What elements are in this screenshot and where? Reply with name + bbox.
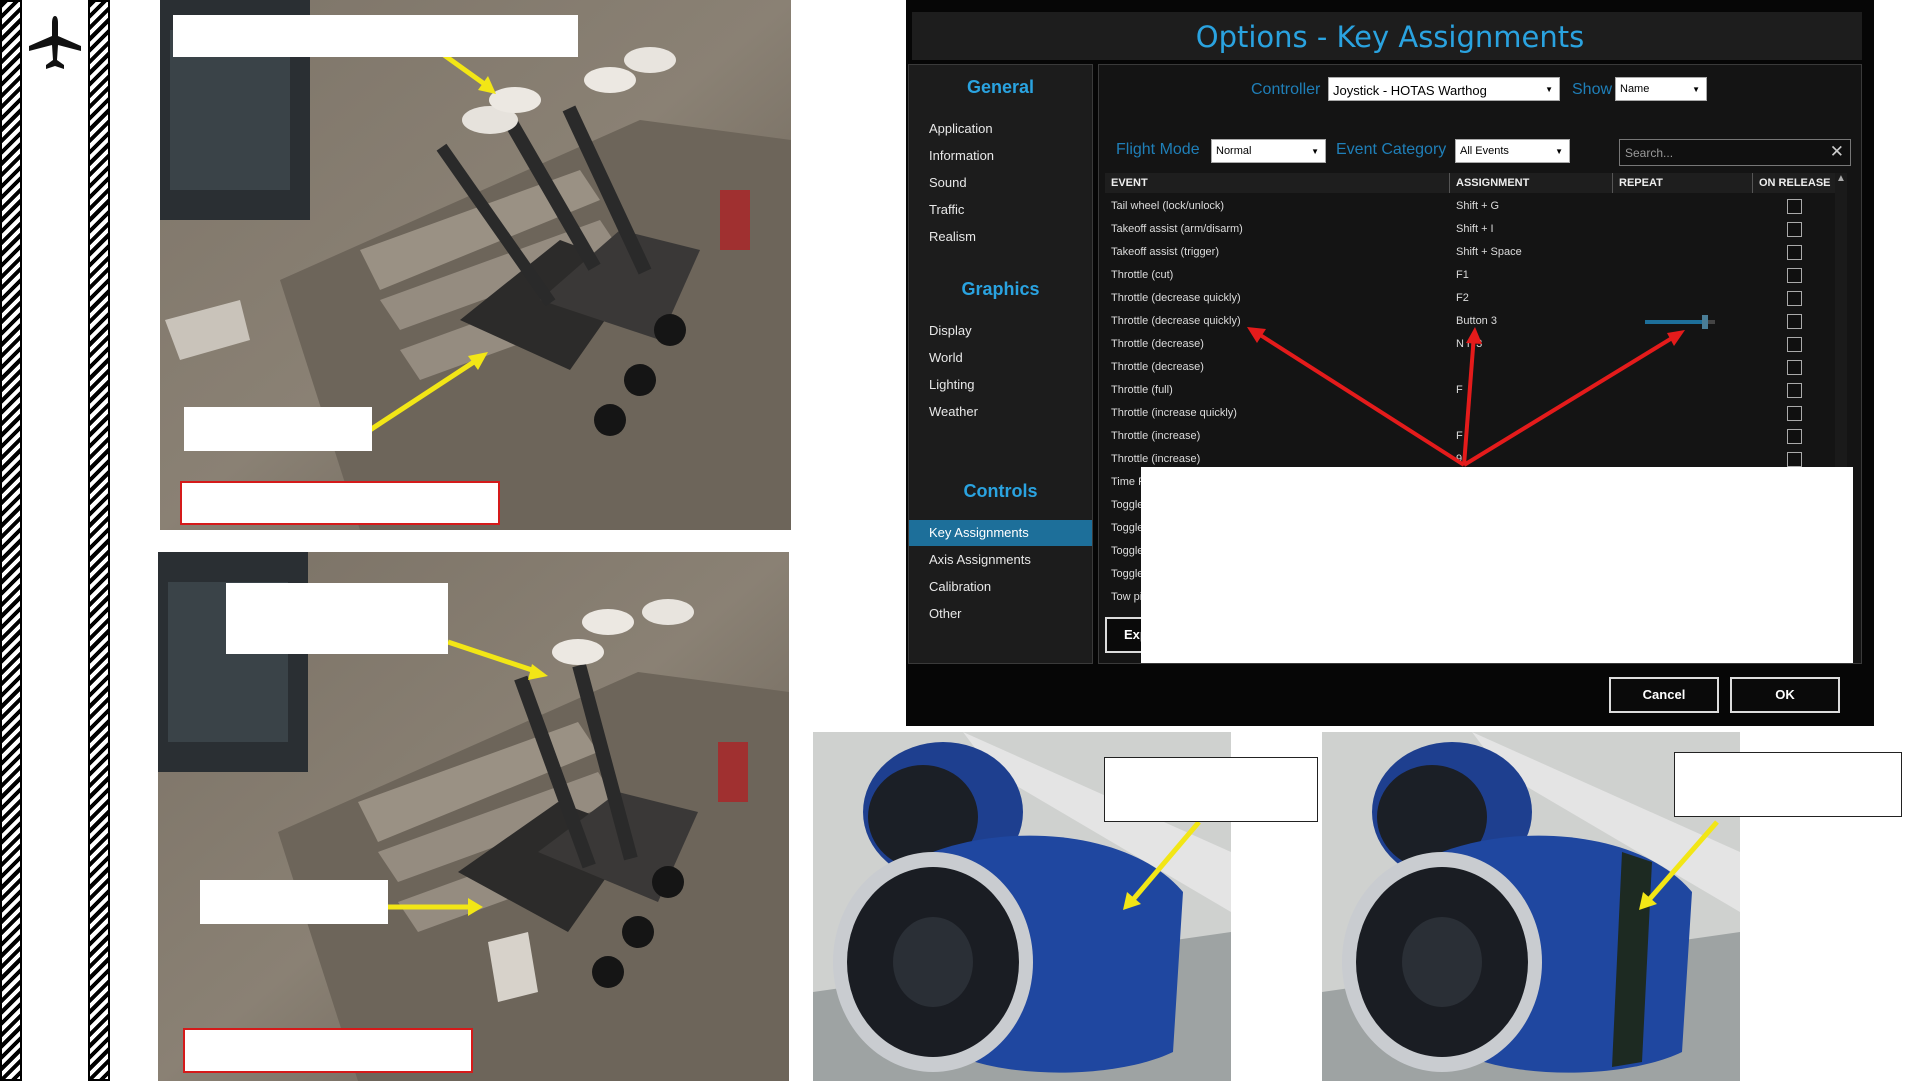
sidebar-item-information[interactable]: Information (929, 148, 994, 163)
sidebar-item-key-assignments[interactable]: Key Assignments (909, 520, 1092, 546)
options-dialog: Options - Key Assignments General Applic… (906, 0, 1874, 726)
callout-box-8 (1674, 752, 1902, 817)
callout-box-2 (184, 407, 372, 451)
ok-button[interactable]: OK (1730, 677, 1840, 713)
left-stripe-outer (0, 0, 22, 1081)
callout-box-3 (180, 481, 500, 525)
sidebar-item-sound[interactable]: Sound (929, 175, 967, 190)
dialog-title: Options - Key Assignments (1195, 20, 1585, 54)
airplane-icon (27, 14, 83, 74)
sidebar-item-application[interactable]: Application (929, 121, 993, 136)
sidebar-item-weather[interactable]: Weather (929, 404, 978, 419)
sidebar-item-traffic[interactable]: Traffic (929, 202, 964, 217)
sidebar-item-axis-assignments[interactable]: Axis Assignments (929, 552, 1031, 567)
sidebar-item-realism[interactable]: Realism (929, 229, 976, 244)
sidebar-item-world[interactable]: World (929, 350, 963, 365)
white-callout-overlay (1141, 467, 1853, 663)
sidebar-item-other[interactable]: Other (929, 606, 962, 621)
sidebar-item-display[interactable]: Display (929, 323, 972, 338)
callout-box-7 (1104, 757, 1318, 822)
options-sidebar: General Application Information Sound Tr… (908, 64, 1093, 664)
cancel-button[interactable]: Cancel (1609, 677, 1719, 713)
callout-box-5 (200, 880, 388, 924)
sidebar-heading-graphics: Graphics (961, 279, 1040, 299)
left-stripe-inner (88, 0, 110, 1081)
sidebar-item-lighting[interactable]: Lighting (929, 377, 975, 392)
callout-box-4 (226, 583, 448, 654)
sidebar-heading-controls: Controls (963, 481, 1038, 501)
sidebar-item-calibration[interactable]: Calibration (929, 579, 991, 594)
callout-box-1 (173, 15, 578, 57)
callout-box-6 (183, 1028, 473, 1073)
sidebar-heading-general: General (966, 77, 1035, 97)
